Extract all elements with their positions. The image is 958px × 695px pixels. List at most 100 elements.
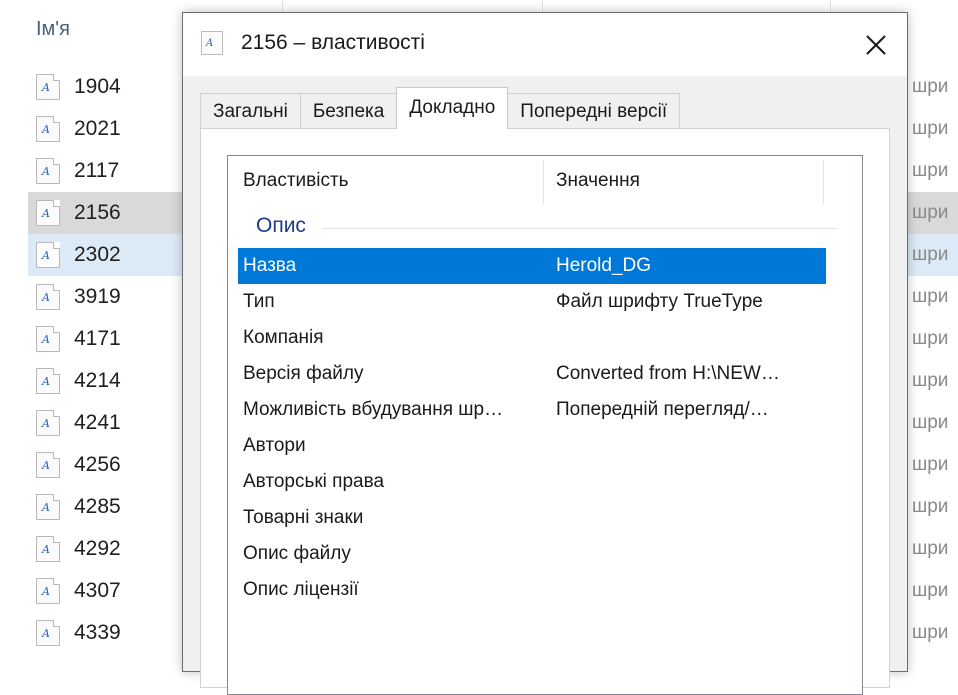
font-file-icon: A (36, 74, 60, 100)
property-row[interactable]: Версія файлу Converted from H:\NEW… (238, 356, 826, 392)
column-separator[interactable] (543, 160, 544, 204)
file-name: 2302 (74, 243, 121, 266)
property-column-header[interactable]: Властивість (243, 170, 349, 192)
font-file-icon: A (36, 116, 60, 142)
value-column-header[interactable]: Значення (556, 170, 640, 192)
column-separator[interactable] (823, 160, 824, 204)
file-name: 4339 (74, 621, 121, 644)
file-type-cell[interactable]: шри (906, 570, 958, 612)
property-name: Тип (243, 291, 275, 312)
file-name: 4241 (74, 411, 121, 434)
property-name: Можливість вбудування шр… (243, 399, 504, 420)
file-name: 4256 (74, 453, 121, 476)
file-name: 3919 (74, 285, 121, 308)
file-type-cell[interactable]: шри (906, 276, 958, 318)
file-row[interactable]: A 1904 (28, 66, 182, 108)
title-bar[interactable]: A 2156 – властивості (183, 13, 907, 76)
file-name: 2117 (74, 159, 120, 182)
file-name: 2156 (74, 201, 121, 224)
tab-2[interactable]: Докладно (396, 87, 509, 129)
font-file-icon: A (36, 410, 60, 436)
file-row[interactable]: A 2021 (28, 108, 182, 150)
property-name: Опис ліцензії (243, 579, 359, 600)
close-icon (866, 35, 886, 55)
tab-strip: Загальні Безпека Докладно Попередні версії (200, 87, 681, 129)
property-row[interactable]: Назва Herold_DG (238, 248, 826, 284)
property-name: Назва (243, 255, 297, 276)
font-file-icon: A (36, 200, 60, 226)
dialog-title: 2156 – властивості (241, 31, 425, 54)
property-rows: Назва Herold_DG Тип Файл шрифту TrueType Ком… (238, 248, 826, 608)
property-value: Converted from H:\NEW… (556, 363, 780, 384)
group-label: Опис (256, 214, 306, 237)
file-type-cell[interactable]: шри (906, 66, 958, 108)
property-row[interactable]: Опис файлу (238, 536, 826, 572)
tab-1[interactable]: Безпека (299, 93, 398, 129)
file-type-cell[interactable]: шри (906, 360, 958, 402)
property-name: Версія файлу (243, 363, 364, 384)
property-name: Товарні знаки (243, 507, 364, 528)
file-row[interactable]: A 4171 (28, 318, 182, 360)
property-value: Herold_DG (556, 255, 652, 276)
property-row[interactable]: Можливість вбудування шр… Попередній пере… (238, 392, 826, 428)
font-file-icon: A (36, 284, 60, 310)
file-name: 4307 (74, 579, 121, 602)
file-type-cell[interactable]: шри (906, 234, 958, 276)
properties-dialog: A 2156 – властивості Загальні Безпека Докл… (182, 12, 908, 695)
file-type-cell[interactable]: шри (906, 444, 958, 486)
file-type-cell[interactable]: шри (906, 192, 958, 234)
property-row[interactable]: Опис ліцензії (238, 572, 826, 608)
property-row[interactable]: Компанія (238, 320, 826, 356)
type-column: шри шри шри шри шри шри шри шри шри шри шри шри шри ш… (906, 66, 958, 654)
property-name: Автори (243, 435, 306, 456)
file-row[interactable]: A 2117 (28, 150, 182, 192)
font-file-icon: A (36, 494, 60, 520)
property-value: Попередній перегляд/… (556, 399, 769, 420)
file-name: 4292 (74, 537, 121, 560)
property-list: Властивість Значення Опис Назва Herold_DG… (227, 155, 863, 695)
file-type-cell[interactable]: шри (906, 486, 958, 528)
file-name: 2021 (74, 117, 121, 140)
property-name: Компанія (243, 327, 324, 348)
font-file-icon: A (36, 620, 60, 646)
file-row[interactable]: A 2302 (28, 234, 182, 276)
property-row[interactable]: Автори (238, 428, 826, 464)
file-type-cell[interactable]: шри (906, 108, 958, 150)
property-name: Авторські права (243, 471, 385, 492)
file-row[interactable]: A 3919 (28, 276, 182, 318)
file-name: 4171 (74, 327, 121, 350)
file-row[interactable]: A 4241 (28, 402, 182, 444)
name-column-header[interactable]: Ім'я (36, 18, 70, 41)
list-header: Властивість Значення (228, 156, 862, 208)
file-name: 1904 (74, 75, 121, 98)
file-row[interactable]: A 4256 (28, 444, 182, 486)
file-type-cell[interactable]: шри (906, 528, 958, 570)
close-button[interactable] (849, 17, 903, 73)
file-type-cell[interactable]: шри (906, 318, 958, 360)
file-row[interactable]: A 4214 (28, 360, 182, 402)
font-file-icon: A (201, 31, 223, 55)
file-row[interactable]: A 4292 (28, 528, 182, 570)
details-tab-panel: Властивість Значення Опис Назва Herold_DG… (200, 128, 890, 695)
property-name: Опис файлу (243, 543, 351, 564)
tab-3[interactable]: Попередні версії (507, 93, 681, 129)
property-row[interactable]: Авторські права (238, 464, 826, 500)
file-name: 4285 (74, 495, 121, 518)
font-file-icon: A (36, 578, 60, 604)
file-row[interactable]: A 4285 (28, 486, 182, 528)
file-type-cell[interactable]: шри (906, 150, 958, 192)
file-name: 4214 (74, 369, 121, 392)
file-list: A 1904 A 2021 A 2117 A 2156 A 2302 A 3919 A 4171 A 4214… (28, 66, 182, 654)
file-row[interactable]: A 4307 (28, 570, 182, 612)
property-value: Файл шрифту TrueType (556, 291, 763, 312)
property-row[interactable]: Тип Файл шрифту TrueType (238, 284, 826, 320)
file-row[interactable]: A 4339 (28, 612, 182, 654)
file-type-cell[interactable]: шри (906, 612, 958, 654)
tab-0[interactable]: Загальні (200, 93, 301, 129)
file-row[interactable]: A 2156 (28, 192, 182, 234)
font-file-icon: A (36, 242, 60, 268)
file-type-cell[interactable]: шри (906, 402, 958, 444)
property-row[interactable]: Товарні знаки (238, 500, 826, 536)
font-file-icon: A (36, 158, 60, 184)
group-divider (322, 228, 836, 229)
